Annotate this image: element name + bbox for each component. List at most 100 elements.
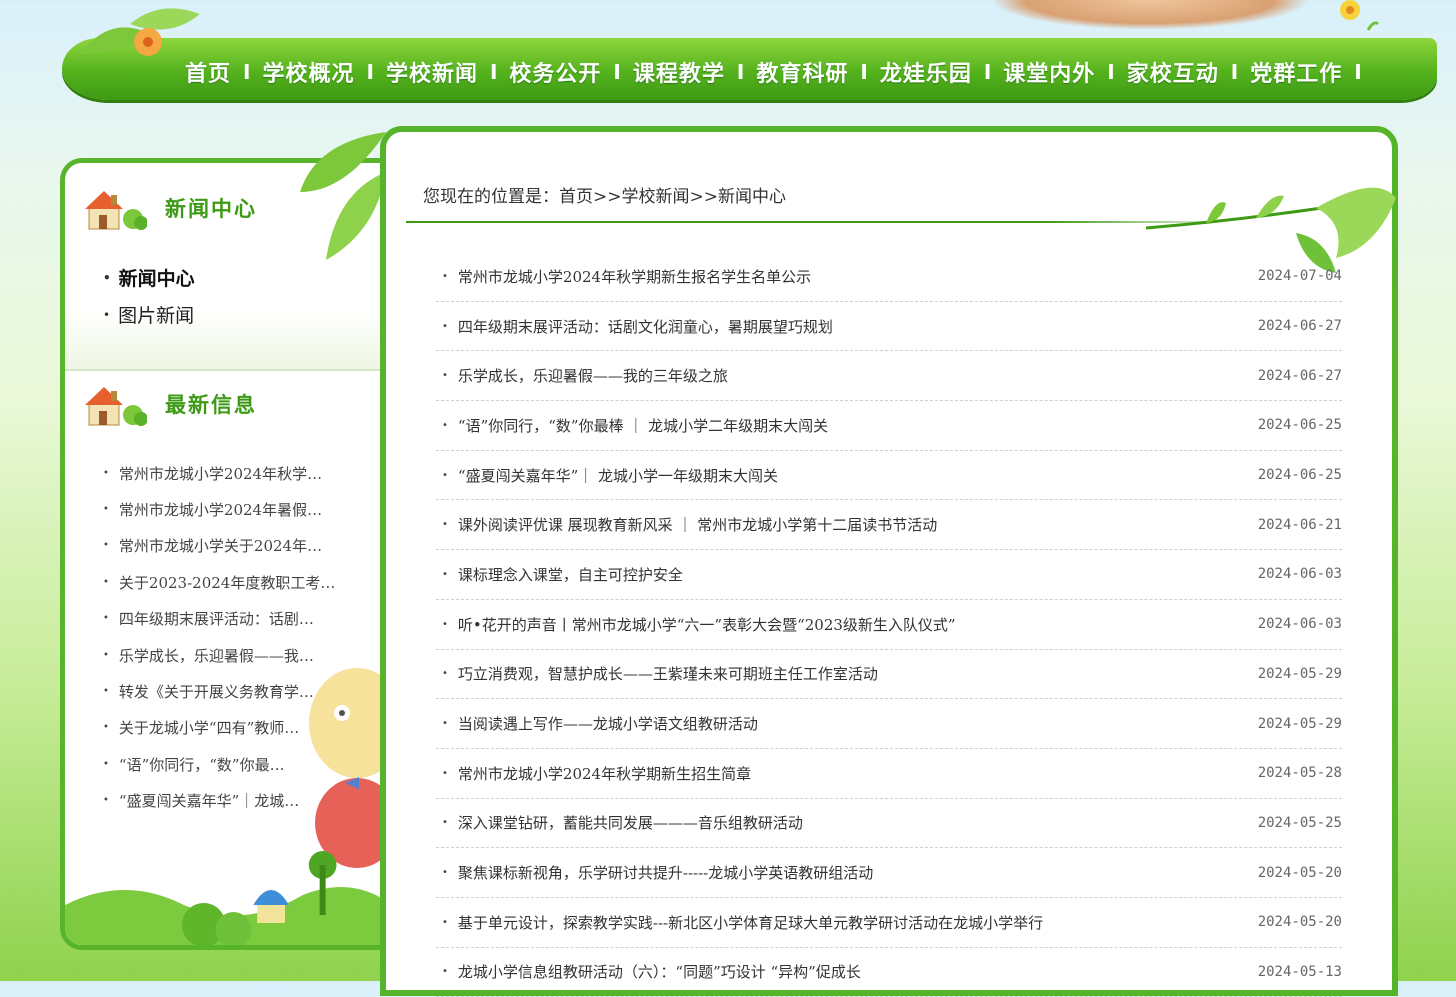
news-title-link[interactable]: 四年级期末展评活动：话剧文化润童心，暑期展望巧规划 xyxy=(458,316,833,337)
news-title-link[interactable]: 常州市龙城小学2024年秋学期新生招生简章 xyxy=(458,763,751,784)
news-row[interactable]: • 聚焦课标新视角，乐学研讨共提升-----龙城小学英语教研组活动 2024-05-… xyxy=(436,848,1342,898)
latest-info-item[interactable]: • “盛夏闯关嘉年华”｜龙城… xyxy=(103,783,343,819)
news-title-link[interactable]: 深入课堂钻研，蓄能共同发展———音乐组教研活动 xyxy=(458,812,803,833)
nav-item-9[interactable]: 党群工作 xyxy=(1250,56,1342,88)
bullet-dot-icon: • xyxy=(442,469,448,481)
news-row[interactable]: • 深入课堂钻研，蓄能共同发展———音乐组教研活动 2024-05-25 xyxy=(436,799,1342,849)
latest-info-link[interactable]: 关于2023-2024年度教职工考… xyxy=(119,572,335,593)
latest-info-item[interactable]: • 四年级期末展评活动：话剧… xyxy=(103,601,343,637)
news-row[interactable]: • 听•花开的声音丨常州市龙城小学“六一”表彰大会暨“2023级新生入队仪式” 20… xyxy=(436,600,1342,650)
latest-info-item[interactable]: • 关于龙城小学“四有”教师… xyxy=(103,710,343,746)
bullet-dot-icon: • xyxy=(442,320,448,332)
latest-info-item[interactable]: • 转发《关于开展义务教育学… xyxy=(103,673,343,709)
news-row[interactable]: • 课外阅读评优课 展现教育新风采 ｜ 常州市龙城小学第十二届读书节活动 2024-… xyxy=(436,500,1342,551)
news-title-link[interactable]: 课外阅读评优课 展现教育新风采 ｜ 常州市龙城小学第十二届读书节活动 xyxy=(458,514,937,535)
bullet-dot-icon: • xyxy=(442,618,448,630)
news-row-left: • 常州市龙城小学2024年秋学期新生招生简章 xyxy=(436,763,751,784)
news-date: 2024-06-25 xyxy=(1257,467,1342,484)
news-date: 2024-05-28 xyxy=(1257,765,1342,782)
sidebar-item-label: 图片新闻 xyxy=(118,305,195,327)
bullet-dot-icon: • xyxy=(442,718,448,730)
news-date: 2024-05-25 xyxy=(1257,814,1342,831)
bullet-dot-icon: • xyxy=(103,722,109,734)
latest-info-link[interactable]: 常州市龙城小学2024年秋学… xyxy=(119,463,322,484)
latest-info-link[interactable]: 转发《关于开展义务教育学… xyxy=(119,681,314,702)
sidebar-item-0[interactable]: • 新闻中心 xyxy=(103,259,195,296)
news-title-link[interactable]: 龙城小学信息组教研活动（六）：“同题”巧设计 “异构”促成长 xyxy=(458,961,861,982)
latest-info-link[interactable]: 乐学成长，乐迎暑假——我… xyxy=(119,645,314,666)
news-row[interactable]: • 课标理念入课堂，自主可控护安全 2024-06-03 xyxy=(436,550,1342,600)
grass-decoration xyxy=(65,851,392,945)
latest-info-item[interactable]: • 常州市龙城小学2024年暑假… xyxy=(103,491,343,527)
nav-item-0[interactable]: 首页 xyxy=(185,56,231,88)
latest-info-title: 最新信息 xyxy=(165,393,257,417)
latest-info-link[interactable]: 常州市龙城小学关于2024年… xyxy=(119,535,322,556)
news-title-link[interactable]: 听•花开的声音丨常州市龙城小学“六一”表彰大会暨“2023级新生入队仪式” xyxy=(458,614,956,635)
news-title-link[interactable]: 当阅读遇上写作——龙城小学语文组教研活动 xyxy=(458,713,758,734)
news-title-link[interactable]: 聚焦课标新视角，乐学研讨共提升-----龙城小学英语教研组活动 xyxy=(458,862,873,883)
news-row[interactable]: • 基于单元设计，探索教学实践---新北区小学体育足球大单元教学研讨活动在龙城小学… xyxy=(436,898,1342,948)
nav-item-5[interactable]: 教育科研 xyxy=(756,56,848,88)
latest-info-link[interactable]: 四年级期末展评活动：话剧… xyxy=(119,608,314,629)
sidebar-item-label: 新闻中心 xyxy=(118,268,195,290)
news-row[interactable]: • 巧立消费观，智慧护成长——王紫瑾未来可期班主任工作室活动 2024-05-29 xyxy=(436,650,1342,700)
leaf-icon xyxy=(300,132,386,260)
bullet-dot-icon: • xyxy=(103,576,109,588)
nav-item-7[interactable]: 课堂内外 xyxy=(1003,56,1095,88)
news-row[interactable]: • 四年级期末展评活动：话剧文化润童心，暑期展望巧规划 2024-06-27 xyxy=(436,302,1342,352)
news-row[interactable]: • 常州市龙城小学2024年秋学期新生报名学生名单公示 2024-07-04 xyxy=(436,252,1342,302)
latest-info-item[interactable]: • “语”你同行，“数”你最… xyxy=(103,746,343,782)
news-row[interactable]: • “盛夏闯关嘉年华”｜ 龙城小学一年级期末大闯关 2024-06-25 xyxy=(436,451,1342,501)
news-row[interactable]: • 常州市龙城小学2024年秋学期新生招生简章 2024-05-28 xyxy=(436,749,1342,799)
latest-info-link[interactable]: 关于龙城小学“四有”教师… xyxy=(119,717,299,738)
news-center-header: 新闻中心 xyxy=(81,185,257,231)
breadcrumb: 您现在的位置是：首页>>学校新闻>>新闻中心 xyxy=(423,187,786,207)
news-title-link[interactable]: 巧立消费观，智慧护成长——王紫瑾未来可期班主任工作室活动 xyxy=(458,663,878,684)
news-row-left: • 巧立消费观，智慧护成长——王紫瑾未来可期班主任工作室活动 xyxy=(436,663,878,684)
nav-separator: I xyxy=(1354,60,1362,84)
bullet-dot-icon: • xyxy=(103,686,109,698)
nav-separator: I xyxy=(489,60,498,84)
news-date: 2024-05-13 xyxy=(1257,963,1342,980)
nav-separator: I xyxy=(366,60,374,84)
nav-item-3[interactable]: 校务公开 xyxy=(509,56,601,88)
news-row[interactable]: • 当阅读遇上写作——龙城小学语文组教研活动 2024-05-29 xyxy=(436,699,1342,749)
bullet-dot-icon: • xyxy=(442,817,448,829)
news-center-submenu: • 新闻中心 • 图片新闻 xyxy=(103,259,195,333)
news-row[interactable]: • “语”你同行，“数”你最棒 ｜ 龙城小学二年级期末大闯关 2024-06-25 xyxy=(436,401,1342,451)
nav-item-8[interactable]: 家校互动 xyxy=(1127,56,1219,88)
nav-item-4[interactable]: 课程教学 xyxy=(633,56,725,88)
nav-item-2[interactable]: 学校新闻 xyxy=(386,56,478,88)
news-date: 2024-06-27 xyxy=(1257,318,1342,335)
news-title-link[interactable]: “语”你同行，“数”你最棒 ｜ 龙城小学二年级期末大闯关 xyxy=(458,415,828,436)
nav-item-1[interactable]: 学校概况 xyxy=(262,56,354,88)
news-date: 2024-06-21 xyxy=(1257,516,1342,533)
news-row[interactable]: • 乐学成长，乐迎暑假——我的三年级之旅 2024-06-27 xyxy=(436,351,1342,402)
news-title-link[interactable]: 乐学成长，乐迎暑假——我的三年级之旅 xyxy=(458,365,728,386)
news-date: 2024-07-04 xyxy=(1257,268,1342,285)
latest-info-link[interactable]: “盛夏闯关嘉年华”｜龙城… xyxy=(119,790,299,811)
bullet-dot-icon: • xyxy=(442,270,448,282)
latest-info-link[interactable]: 常州市龙城小学2024年暑假… xyxy=(119,499,322,520)
latest-info-item[interactable]: • 关于2023-2024年度教职工考… xyxy=(103,564,343,600)
latest-info-item[interactable]: • 常州市龙城小学2024年秋学… xyxy=(103,455,343,491)
latest-info-item[interactable]: • 常州市龙城小学关于2024年… xyxy=(103,528,343,564)
news-title-link[interactable]: 基于单元设计，探索教学实践---新北区小学体育足球大单元教学研讨活动在龙城小学举… xyxy=(458,912,1043,933)
news-date: 2024-05-20 xyxy=(1257,914,1342,931)
nav-item-6[interactable]: 龙娃乐园 xyxy=(880,56,972,88)
latest-info-link[interactable]: “语”你同行，“数”你最… xyxy=(119,754,285,775)
bullet-dot-icon: • xyxy=(442,966,448,978)
bullet-dot-icon: • xyxy=(442,419,448,431)
news-title-link[interactable]: 课标理念入课堂，自主可控护安全 xyxy=(458,564,683,585)
sidebar-item-1[interactable]: • 图片新闻 xyxy=(103,296,195,333)
bullet-dot-icon: • xyxy=(103,504,109,516)
bullet-dot-icon: • xyxy=(103,270,111,285)
news-row-left: • 四年级期末展评活动：话剧文化润童心，暑期展望巧规划 xyxy=(436,316,833,337)
latest-info-item[interactable]: • 乐学成长，乐迎暑假——我… xyxy=(103,637,343,673)
bullet-dot-icon: • xyxy=(103,795,109,807)
news-title-link[interactable]: “盛夏闯关嘉年华”｜ 龙城小学一年级期末大闯关 xyxy=(458,465,778,486)
news-date: 2024-05-29 xyxy=(1257,715,1342,732)
news-title-link[interactable]: 常州市龙城小学2024年秋学期新生报名学生名单公示 xyxy=(458,266,811,287)
news-row-left: • 听•花开的声音丨常州市龙城小学“六一”表彰大会暨“2023级新生入队仪式” xyxy=(436,614,956,635)
news-row[interactable]: • 龙城小学信息组教研活动（六）：“同题”巧设计 “异构”促成长 2024-05-1… xyxy=(436,948,1342,997)
